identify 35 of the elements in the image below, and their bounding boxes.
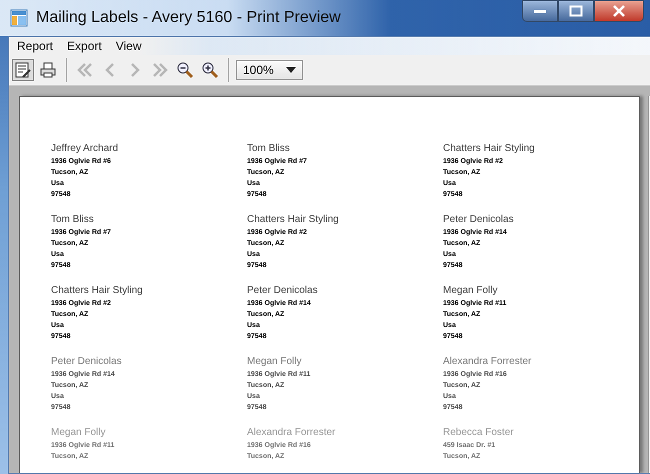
menu-item[interactable]: View bbox=[116, 39, 142, 53]
recipient-name: Peter Denicolas bbox=[443, 214, 515, 225]
window-app-icon bbox=[10, 9, 28, 27]
recipient-name: Megan Folly bbox=[443, 285, 498, 296]
recipient-name: Jeffrey Archard bbox=[51, 143, 120, 154]
recipient-name: Rebecca Foster bbox=[443, 427, 515, 438]
zoom-dropdown[interactable]: 100% bbox=[236, 60, 303, 80]
page-pencil-icon bbox=[14, 61, 32, 79]
recipient-name: Chatters Hair Styling bbox=[443, 143, 536, 154]
caret-icon bbox=[286, 67, 296, 73]
recipient-name: Chatters Hair Styling bbox=[247, 214, 340, 225]
recipient-name: Chatters Hair Styling bbox=[51, 285, 144, 296]
double-right-arrow-icon bbox=[151, 61, 169, 79]
recipient-name: Alexandra Forrester bbox=[443, 356, 532, 367]
menu-item[interactable]: Report bbox=[17, 39, 54, 53]
minimize-icon bbox=[533, 8, 547, 14]
close-icon bbox=[612, 5, 626, 17]
printer-icon bbox=[39, 61, 57, 79]
page-setup-button[interactable] bbox=[12, 59, 34, 81]
recipient-name: Megan Folly bbox=[247, 356, 302, 367]
recipient-name: Megan Folly bbox=[51, 427, 106, 438]
maximize-icon bbox=[569, 5, 583, 17]
recipient-name: Tom Bliss bbox=[247, 143, 291, 154]
recipient-name: Tom Bliss bbox=[51, 214, 95, 225]
window-title: Mailing Labels - Avery 5160 - Print Preview bbox=[36, 9, 341, 27]
zoom-out-icon bbox=[176, 61, 194, 79]
zoom-in-icon bbox=[201, 61, 219, 79]
menu-item[interactable]: Export bbox=[67, 39, 102, 53]
minimize-button[interactable] bbox=[522, 0, 558, 22]
maximize-button[interactable] bbox=[558, 0, 594, 22]
recipient-name: Alexandra Forrester bbox=[247, 427, 336, 438]
close-button[interactable] bbox=[594, 0, 644, 22]
recipient-name: Peter Denicolas bbox=[247, 285, 319, 296]
double-left-arrow-icon bbox=[76, 61, 94, 79]
recipient-name: Peter Denicolas bbox=[51, 356, 123, 367]
